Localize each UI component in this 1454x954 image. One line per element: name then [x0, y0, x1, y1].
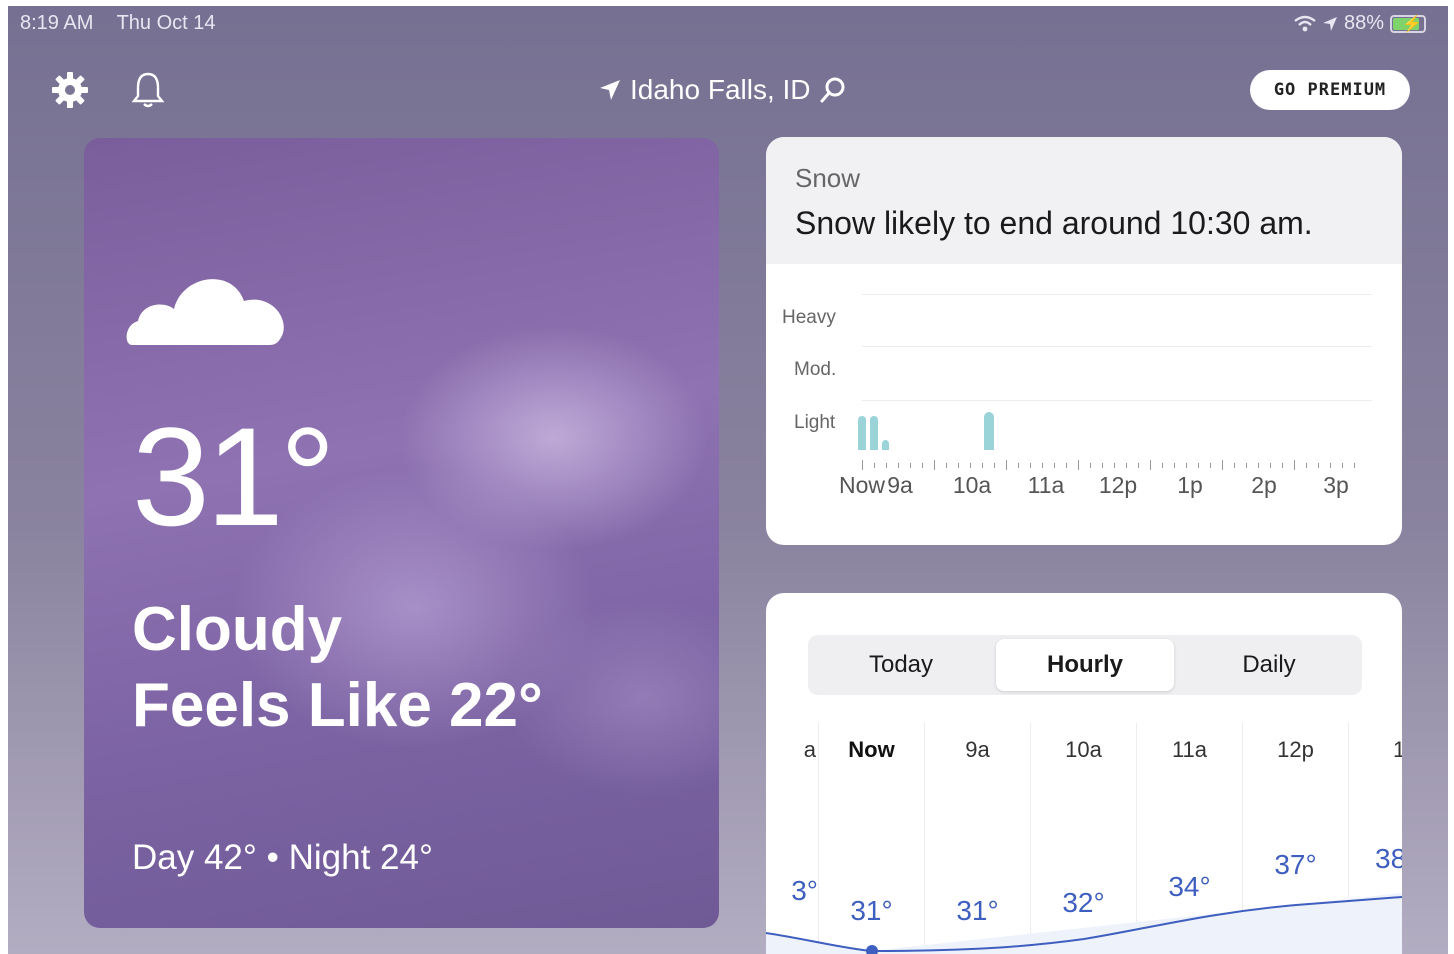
snow-message: Snow likely to end around 10:30 am.	[795, 205, 1313, 241]
x-axis-tick	[1078, 460, 1079, 470]
snow-bar	[882, 440, 889, 450]
x-axis-tick	[1318, 463, 1319, 468]
current-hour-marker	[866, 945, 878, 954]
battery-percent: 88%	[1343, 12, 1384, 34]
x-axis-tick	[1054, 463, 1055, 468]
feels-like-text: Feels Like 22°	[132, 671, 543, 740]
x-axis-tick	[1258, 463, 1259, 468]
x-axis-tick	[886, 463, 887, 468]
x-axis-tick	[1114, 463, 1115, 468]
snow-intensity-chart: Heavy Mod. Light Now 9a 10a 11a 12p 1p 2…	[766, 264, 1402, 545]
x-label: Now	[838, 472, 886, 498]
x-axis-tick	[1306, 463, 1307, 468]
x-axis-tick	[1246, 463, 1247, 468]
x-axis-tick	[1174, 463, 1175, 468]
x-axis-tick	[1342, 463, 1343, 468]
x-axis-tick	[1186, 463, 1187, 468]
snow-label: Snow	[795, 163, 861, 193]
x-axis-tick	[994, 463, 995, 468]
day-night-temps: Day 42° • Night 24°	[132, 838, 433, 877]
gridline	[862, 346, 1372, 347]
x-axis-tick	[1282, 463, 1283, 468]
x-axis-tick	[862, 460, 863, 470]
x-axis-tick	[958, 463, 959, 468]
x-axis-tick	[1018, 463, 1019, 468]
x-label: 2p	[1251, 472, 1277, 498]
condition-text: Cloudy	[132, 595, 343, 664]
x-axis-tick	[946, 463, 947, 468]
snow-bar	[870, 416, 878, 450]
gridline	[862, 294, 1372, 295]
search-icon[interactable]	[819, 76, 847, 104]
x-axis-tick	[1126, 463, 1127, 468]
app-screen: 8:19 AM Thu Oct 14 88% ⚡ Idaho Falls, ID…	[8, 6, 1448, 954]
x-label: 1p	[1177, 472, 1203, 498]
current-temperature: 31°	[132, 398, 336, 555]
x-axis-tick	[1030, 463, 1031, 468]
x-axis-tick	[1354, 463, 1355, 468]
x-axis-tick	[910, 463, 911, 468]
x-axis-tick	[1198, 463, 1199, 468]
x-axis-tick	[934, 460, 935, 470]
x-axis-tick	[922, 463, 923, 468]
gridline	[862, 400, 1372, 401]
gear-icon[interactable]	[50, 70, 90, 110]
y-label-moderate: Mod.	[794, 359, 837, 380]
temperature-trend-line	[766, 893, 1402, 954]
snow-bar	[984, 412, 994, 450]
location-selector[interactable]: Idaho Falls, ID	[598, 74, 847, 106]
current-conditions-card[interactable]: 31° Cloudy Feels Like 22° Day 42° • Nigh…	[84, 138, 719, 928]
y-label-light: Light	[794, 412, 836, 433]
x-axis-tick	[1042, 463, 1043, 468]
x-axis-tick	[874, 463, 875, 468]
cloud-icon	[126, 279, 284, 345]
x-axis-tick	[1138, 463, 1139, 468]
snow-card-header: Snow Snow likely to end around 10:30 am.	[766, 137, 1402, 264]
x-axis-tick	[1066, 463, 1067, 468]
x-axis-tick	[1150, 460, 1151, 470]
x-label: 3p	[1323, 472, 1349, 498]
x-label: 12p	[1098, 472, 1138, 498]
forecast-card[interactable]: Today Hourly Daily a 3° Now 31° 9a 31° 1…	[766, 593, 1402, 954]
x-axis-tick	[982, 463, 983, 468]
status-bar: 8:19 AM Thu Oct 14 88% ⚡	[8, 6, 1448, 42]
bell-icon[interactable]	[128, 70, 168, 110]
x-label: 11a	[1027, 472, 1065, 498]
x-axis-tick	[1270, 463, 1271, 468]
x-axis-tick	[970, 463, 971, 468]
wifi-icon	[1294, 15, 1316, 31]
location-arrow-icon	[1322, 16, 1337, 31]
x-axis-tick	[1222, 460, 1223, 470]
x-axis-tick	[1162, 463, 1163, 468]
snow-bar	[858, 416, 866, 450]
status-time: 8:19 AM	[20, 12, 94, 34]
location-name: Idaho Falls, ID	[630, 74, 811, 105]
x-label: 10a	[952, 472, 992, 498]
x-axis-tick	[898, 463, 899, 468]
x-axis-tick	[1330, 463, 1331, 468]
y-label-heavy: Heavy	[782, 307, 836, 328]
x-axis-tick	[1210, 463, 1211, 468]
x-axis-tick	[1234, 463, 1235, 468]
status-date: Thu Oct 14	[116, 12, 216, 34]
x-label: 9a	[887, 472, 913, 498]
x-axis-tick	[1294, 460, 1295, 470]
x-axis-tick	[1102, 463, 1103, 468]
location-arrow-icon	[600, 80, 620, 100]
battery-icon: ⚡	[1390, 14, 1426, 33]
go-premium-button[interactable]: GO PREMIUM	[1250, 70, 1410, 110]
x-axis-tick	[1090, 463, 1091, 468]
x-axis-tick	[1006, 460, 1007, 470]
snow-card[interactable]: Snow Snow likely to end around 10:30 am.…	[766, 137, 1402, 545]
